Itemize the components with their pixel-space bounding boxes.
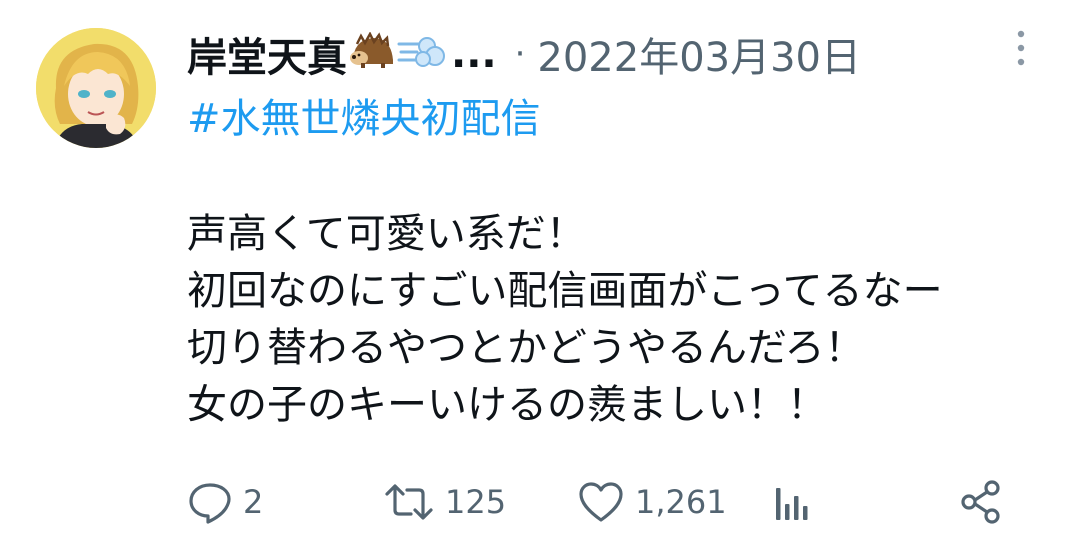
reply-button[interactable]: 2	[187, 472, 263, 532]
more-vertical-icon	[1017, 30, 1025, 66]
tweet-action-bar: 2 125 1,261	[187, 472, 1027, 532]
tweet-header: 岸堂天真 ... · 2022年03月30日	[187, 24, 861, 84]
name-ellipsis: ...	[451, 31, 497, 77]
hashtag-link[interactable]: #水無世燐央初配信	[187, 86, 541, 144]
retweet-button[interactable]: 125	[383, 472, 506, 532]
share-icon	[961, 480, 1000, 524]
tweet-body-line: 女の子のキーいけるの羨ましい！！	[187, 382, 827, 428]
retweet-count: 125	[445, 483, 507, 521]
dash-icon	[397, 32, 447, 76]
reply-count: 2	[243, 483, 264, 521]
tweet-body-line: 初回なのにすごい配信画面がこってるなー	[187, 268, 943, 314]
views-button[interactable]	[772, 472, 812, 532]
hedgehog-icon	[347, 31, 397, 76]
share-button[interactable]	[957, 472, 1005, 532]
avatar[interactable]	[36, 28, 156, 148]
header-separator: ·	[514, 34, 526, 74]
display-name[interactable]: 岸堂天真	[187, 25, 347, 83]
heart-icon	[579, 482, 623, 522]
tweet-body-line: 声高くて可愛い系だ！	[187, 211, 586, 257]
reply-icon	[189, 483, 231, 524]
tweet-body-line: 切り替わるやつとかどうやるんだろ！	[187, 325, 865, 371]
like-button[interactable]: 1,261	[577, 472, 727, 532]
retweet-icon	[385, 484, 433, 520]
like-count: 1,261	[635, 483, 727, 521]
views-icon	[776, 488, 808, 520]
tweet-body: 声高くて可愛い系だ！ 初回なのにすごい配信画面がこってるなー 切り替わるやつとか…	[187, 206, 1057, 434]
more-options-button[interactable]	[1004, 26, 1038, 70]
timestamp[interactable]: 2022年03月30日	[537, 25, 861, 83]
avatar-illustration	[36, 28, 156, 148]
